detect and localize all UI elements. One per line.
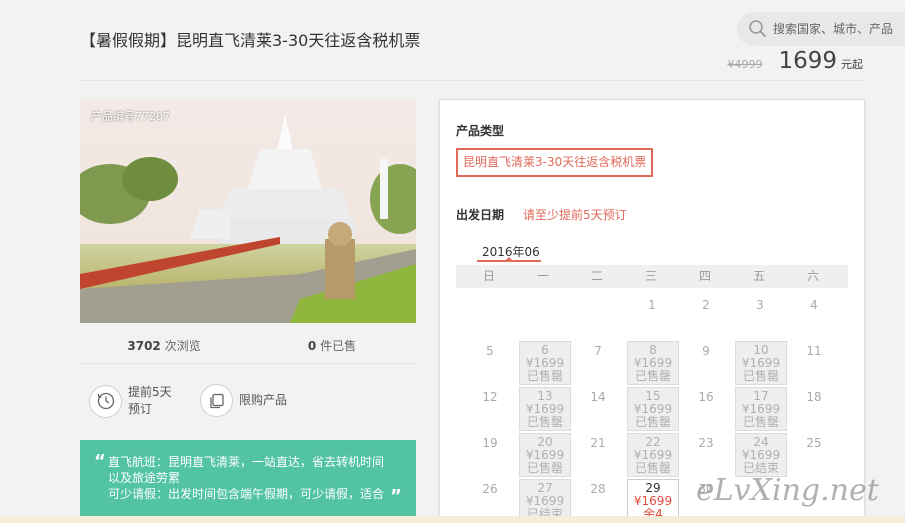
calendar-price-cell-available[interactable]: 29 ¥1699 余4 [627, 479, 679, 521]
calendar-price-cell[interactable]: 13 ¥1699 已售罄 [519, 387, 571, 431]
cell-status: 已售罄 [526, 415, 563, 429]
weekday-thu: 四 [698, 269, 711, 283]
sold-count: 0 [307, 339, 317, 353]
feature-advance-line1: 提前5天 [128, 385, 172, 399]
calendar-day: 14 [590, 390, 606, 404]
calendar-day: 11 [806, 344, 822, 358]
page-title: 【暑假假期】昆明直飞清莱3-30天往返含税机票 [80, 31, 421, 50]
bottom-strip [0, 516, 905, 523]
weekday-header: 日 一 二 三 四 五 六 [456, 265, 848, 288]
search-icon [749, 20, 766, 37]
site-watermark: eLvXing.net [696, 473, 879, 508]
calendar-day: 9 [702, 344, 710, 358]
close-quote-icon: ” [390, 486, 402, 507]
open-quote-icon: “ [94, 451, 106, 472]
departure-note: 请至少提前5天预订 [523, 208, 627, 222]
views-label: 次浏览 [164, 339, 201, 353]
feature-advance-booking: 提前5天 预订 [89, 384, 172, 418]
calendar-day: 7 [594, 344, 602, 358]
cell-status: 已售罄 [526, 461, 563, 475]
calendar-price-cell[interactable]: 17 ¥1699 已售罄 [735, 387, 787, 431]
cell-status: 已售罄 [634, 369, 671, 383]
calendar-day: 23 [698, 436, 714, 450]
calendar-day: 1 [648, 298, 656, 312]
temple-image [80, 99, 416, 323]
cell-status: 已售罄 [634, 461, 671, 475]
product-number: 产品编号77207 [91, 110, 170, 123]
booking-panel: 产品类型 昆明直飞清莱3-30天往返含税机票 出发日期 请至少提前5天预订 20… [439, 99, 865, 523]
feature-advance-line2: 预订 [128, 402, 153, 416]
search-input[interactable] [773, 22, 903, 36]
product-stats: 3702 次浏览 0 件已售 [80, 337, 416, 354]
calendar-day: 19 [482, 436, 498, 450]
sold-label: 件已售 [320, 339, 357, 353]
clock-icon [89, 384, 122, 418]
cell-status: 已售罄 [526, 369, 563, 383]
month-tab-pointer [505, 257, 513, 261]
product-type-label: 产品类型 [456, 124, 505, 138]
calendar-price-cell[interactable]: 24 ¥1699 已结束 [735, 433, 787, 477]
calendar-price-cell[interactable]: 8 ¥1699 已售罄 [627, 341, 679, 385]
sold-stat: 0 件已售 [248, 337, 416, 354]
weekday-sun: 日 [482, 269, 495, 283]
copy-icon [200, 384, 233, 417]
calendar-price-cell[interactable]: 6 ¥1699 已售罄 [519, 341, 571, 385]
highlights-box: “ 直飞航班：昆明直飞清莱，一站直达，省去转机时间 以及旅途劳累 可少请假：出发… [80, 440, 416, 523]
price-area: ¥4999 1699 元起 [727, 48, 863, 74]
calendar-price-cell[interactable]: 22 ¥1699 已售罄 [627, 433, 679, 477]
product-photo[interactable]: 产品编号77207 [80, 99, 416, 323]
weekday-sat: 六 [806, 269, 819, 283]
views-count: 3702 [127, 339, 161, 353]
weekday-fri: 五 [752, 269, 765, 283]
price-unit: 元起 [841, 58, 863, 71]
calendar-day: 2 [702, 298, 710, 312]
views-stat: 3702 次浏览 [80, 337, 248, 354]
departure-date-label: 出发日期 [456, 208, 505, 222]
calendar-price-cell[interactable]: 27 ¥1699 已结束 [519, 479, 571, 521]
calendar-day: 28 [590, 482, 606, 496]
cell-status: 已售罄 [742, 369, 779, 383]
calendar-day: 21 [590, 436, 606, 450]
search-box[interactable] [737, 12, 905, 46]
calendar-day: 25 [806, 436, 822, 450]
current-price: 1699 [778, 48, 837, 74]
cell-status: 已售罄 [742, 415, 779, 429]
calendar-day: 16 [698, 390, 714, 404]
feature-limited: 限购产品 [200, 384, 287, 417]
calendar-day: 4 [810, 298, 818, 312]
calendar-day: 18 [806, 390, 822, 404]
weekday-tue: 二 [590, 269, 603, 283]
product-type-option[interactable]: 昆明直飞清莱3-30天往返含税机票 [456, 148, 654, 177]
feature-limited-label: 限购产品 [239, 393, 288, 407]
highlight-line-2: 以及旅途劳累 [108, 471, 181, 485]
header-divider [80, 80, 865, 81]
calendar-day: 26 [482, 482, 498, 496]
calendar-day: 3 [756, 298, 764, 312]
calendar-day: 5 [486, 344, 494, 358]
highlight-line-1: 直飞航班：昆明直飞清莱，一站直达，省去转机时间 [108, 455, 385, 469]
stats-divider [80, 363, 416, 364]
calendar-price-cell[interactable]: 20 ¥1699 已售罄 [519, 433, 571, 477]
highlight-line-3: 可少请假：出发时间包含端午假期，可少请假，适合 [108, 487, 385, 501]
cell-status: 已售罄 [634, 415, 671, 429]
original-price: ¥4999 [727, 58, 763, 71]
calendar-price-cell[interactable]: 10 ¥1699 已售罄 [735, 341, 787, 385]
calendar-day: 12 [482, 390, 498, 404]
calendar-price-cell[interactable]: 15 ¥1699 已售罄 [627, 387, 679, 431]
weekday-wed: 三 [644, 269, 657, 283]
weekday-mon: 一 [536, 269, 549, 283]
